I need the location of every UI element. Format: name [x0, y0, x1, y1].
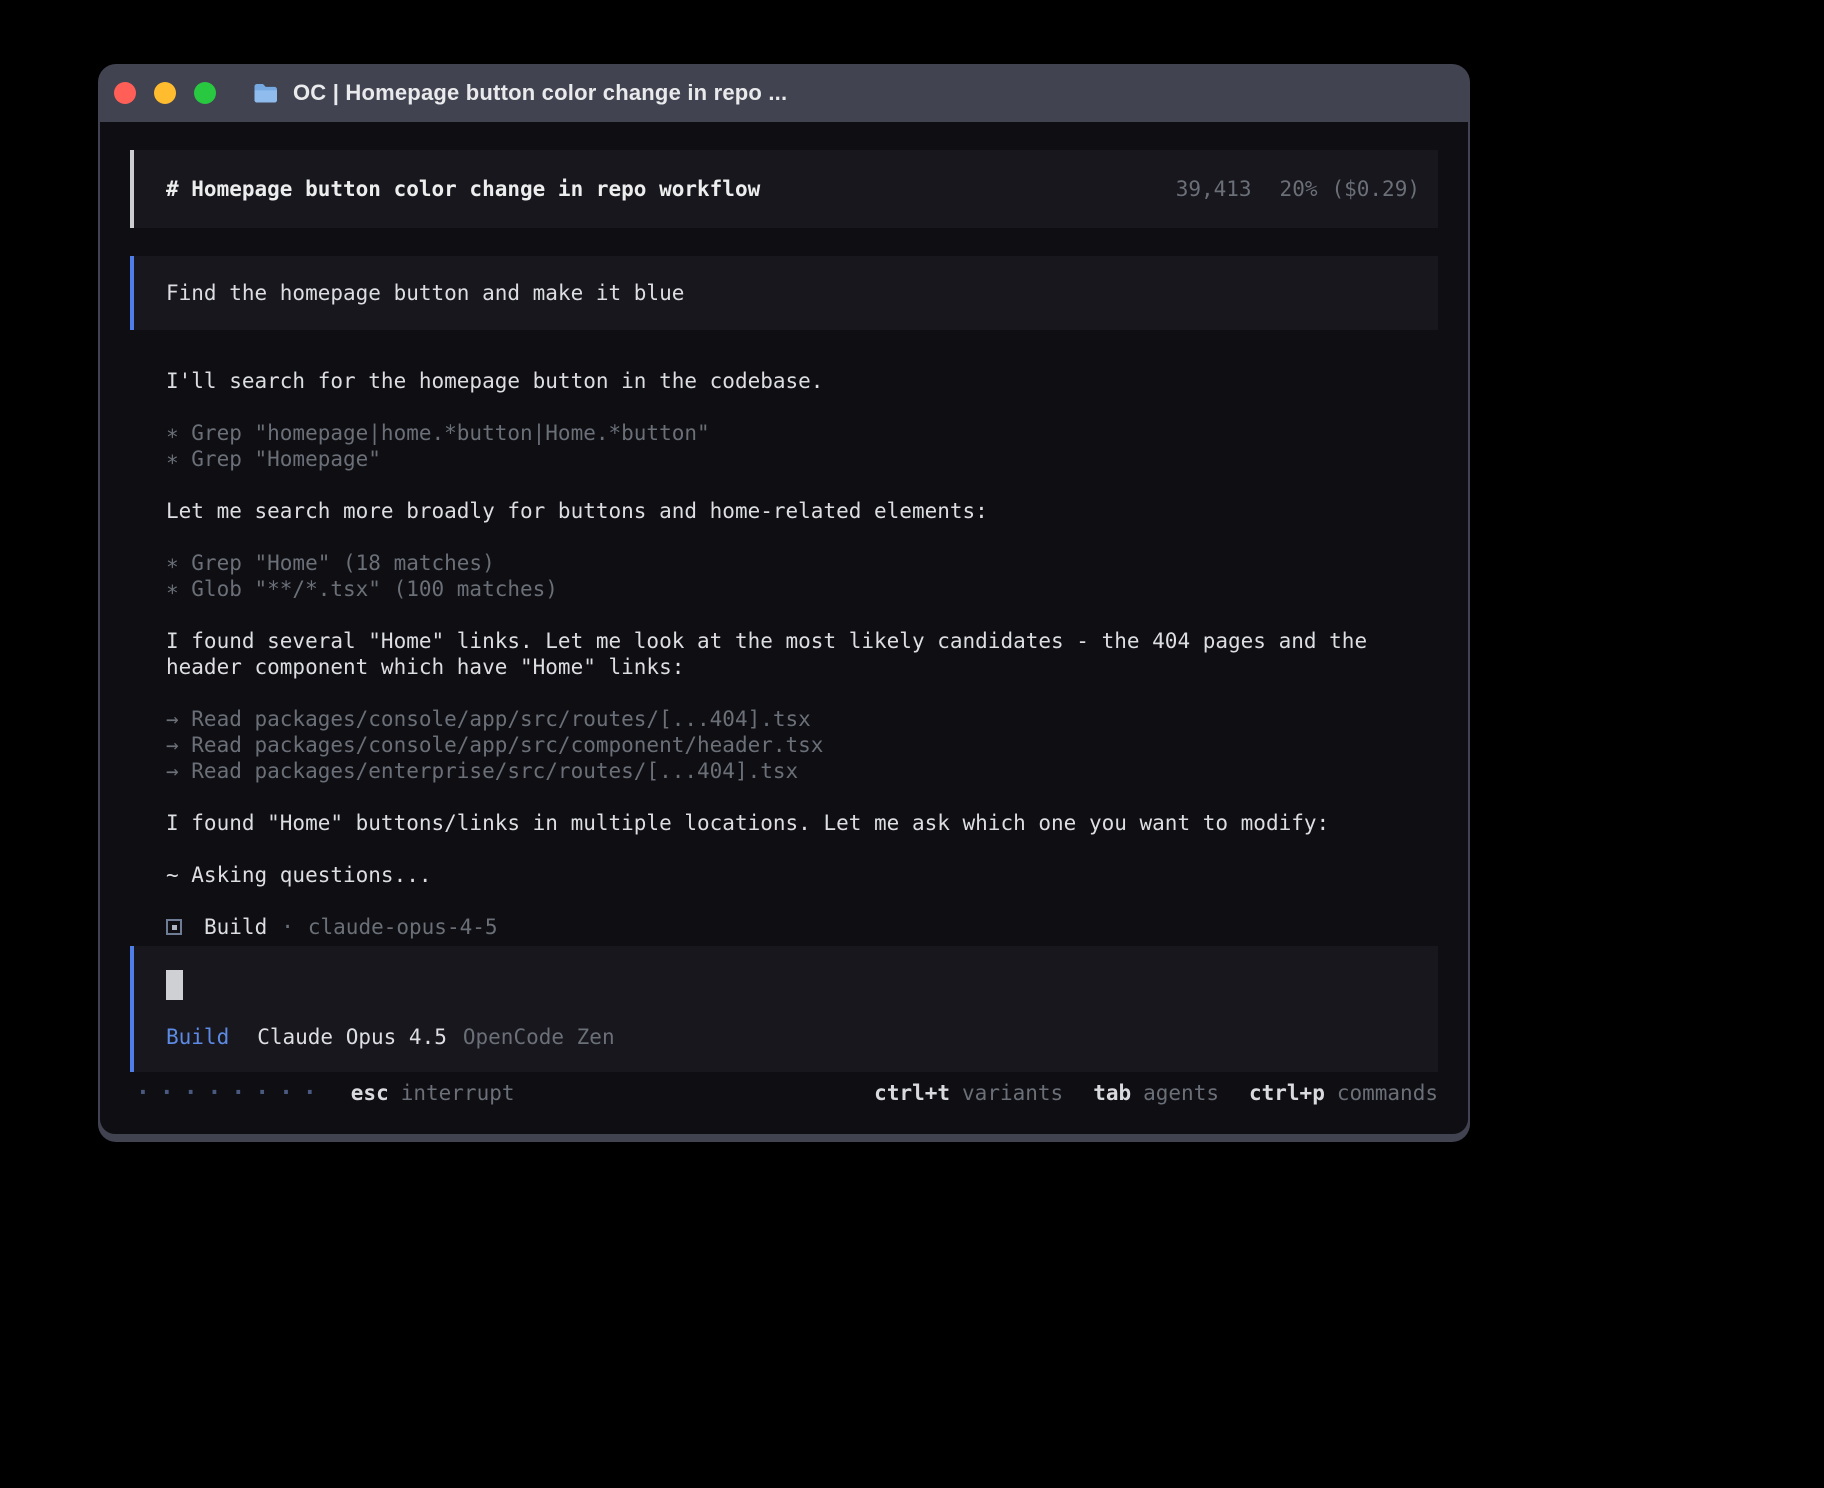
agent-separator: · [281, 914, 294, 940]
assistant-message: I found "Home" buttons/links in multiple… [166, 810, 1438, 836]
titlebar[interactable]: OC | Homepage button color change in rep… [98, 64, 1470, 122]
ctrl-p-key: ctrl+p [1249, 1080, 1325, 1106]
agent-name: Build [204, 914, 267, 940]
shortcut-variants: ctrl+t variants [874, 1080, 1063, 1106]
tab-key: tab [1093, 1080, 1131, 1106]
provider-label: OpenCode Zen [463, 1024, 615, 1050]
variants-label: variants [962, 1080, 1063, 1106]
asking-questions-status: ~ Asking questions... [166, 862, 1438, 888]
tool-call-group: → Read packages/console/app/src/routes/[… [166, 706, 1438, 784]
assistant-message: I found several "Home" links. Let me loo… [166, 628, 1438, 680]
tool-call-read: → Read packages/console/app/src/routes/[… [166, 706, 1438, 732]
statusbar-left: ········ esc interrupt [136, 1080, 515, 1106]
tool-call-group: ∗ Grep "homepage|home.*button|Home.*butt… [166, 420, 1438, 472]
session-cost: ($0.29) [1331, 176, 1420, 202]
zoom-button[interactable] [194, 82, 216, 104]
commands-label: commands [1337, 1080, 1438, 1106]
assistant-message: Let me search more broadly for buttons a… [166, 498, 1438, 524]
tool-call-grep: ∗ Grep "Home" (18 matches) [166, 550, 1438, 576]
user-message-text: Find the homepage button and make it blu… [166, 281, 684, 305]
close-button[interactable] [114, 82, 136, 104]
esc-key: esc [351, 1080, 389, 1106]
tool-call-glob: ∗ Glob "**/*.tsx" (100 matches) [166, 576, 1438, 602]
build-agent-icon [166, 919, 182, 935]
input-status-row: Build Claude Opus 4.5 OpenCode Zen [166, 1024, 1414, 1050]
traffic-lights [114, 82, 216, 104]
token-count: 39,413 [1176, 176, 1252, 202]
agents-label: agents [1143, 1080, 1219, 1106]
terminal-window: OC | Homepage button color change in rep… [98, 64, 1470, 1142]
tool-call-read: → Read packages/console/app/src/componen… [166, 732, 1438, 758]
context-percent: 20% [1280, 176, 1318, 202]
session-title: # Homepage button color change in repo w… [166, 176, 760, 202]
tool-call-group: ∗ Grep "Home" (18 matches) ∗ Glob "**/*.… [166, 550, 1438, 602]
shortcut-commands: ctrl+p commands [1249, 1080, 1438, 1106]
minimize-button[interactable] [154, 82, 176, 104]
session-header: # Homepage button color change in repo w… [130, 150, 1438, 228]
agent-model: claude-opus-4-5 [308, 914, 498, 940]
statusbar: ········ esc interrupt ctrl+t variants t… [130, 1072, 1438, 1134]
tool-call-read: → Read packages/enterprise/src/routes/[.… [166, 758, 1438, 784]
ctrl-t-key: ctrl+t [874, 1080, 950, 1106]
transcript: I'll search for the homepage button in t… [166, 368, 1438, 940]
agent-mode-label: Build [166, 1024, 229, 1050]
session-stats: 39,413 20% ($0.29) [1176, 176, 1420, 202]
agent-badge: Build · claude-opus-4-5 [166, 914, 1438, 940]
activity-dots: ········ [136, 1080, 327, 1106]
statusbar-right: ctrl+t variants tab agents ctrl+p comman… [874, 1080, 1438, 1106]
user-message: Find the homepage button and make it blu… [130, 256, 1438, 330]
text-cursor [166, 970, 183, 1000]
tool-call-grep: ∗ Grep "Homepage" [166, 446, 1438, 472]
terminal-content: # Homepage button color change in repo w… [100, 122, 1468, 1134]
shortcut-agents: tab agents [1093, 1080, 1219, 1106]
assistant-message: I'll search for the homepage button in t… [166, 368, 1438, 394]
prompt-input[interactable]: Build Claude Opus 4.5 OpenCode Zen [130, 946, 1438, 1072]
folder-icon [252, 82, 279, 104]
window-title: OC | Homepage button color change in rep… [293, 80, 787, 106]
esc-label: interrupt [401, 1080, 515, 1106]
model-label: Claude Opus 4.5 [257, 1024, 447, 1050]
tool-call-grep: ∗ Grep "homepage|home.*button|Home.*butt… [166, 420, 1438, 446]
